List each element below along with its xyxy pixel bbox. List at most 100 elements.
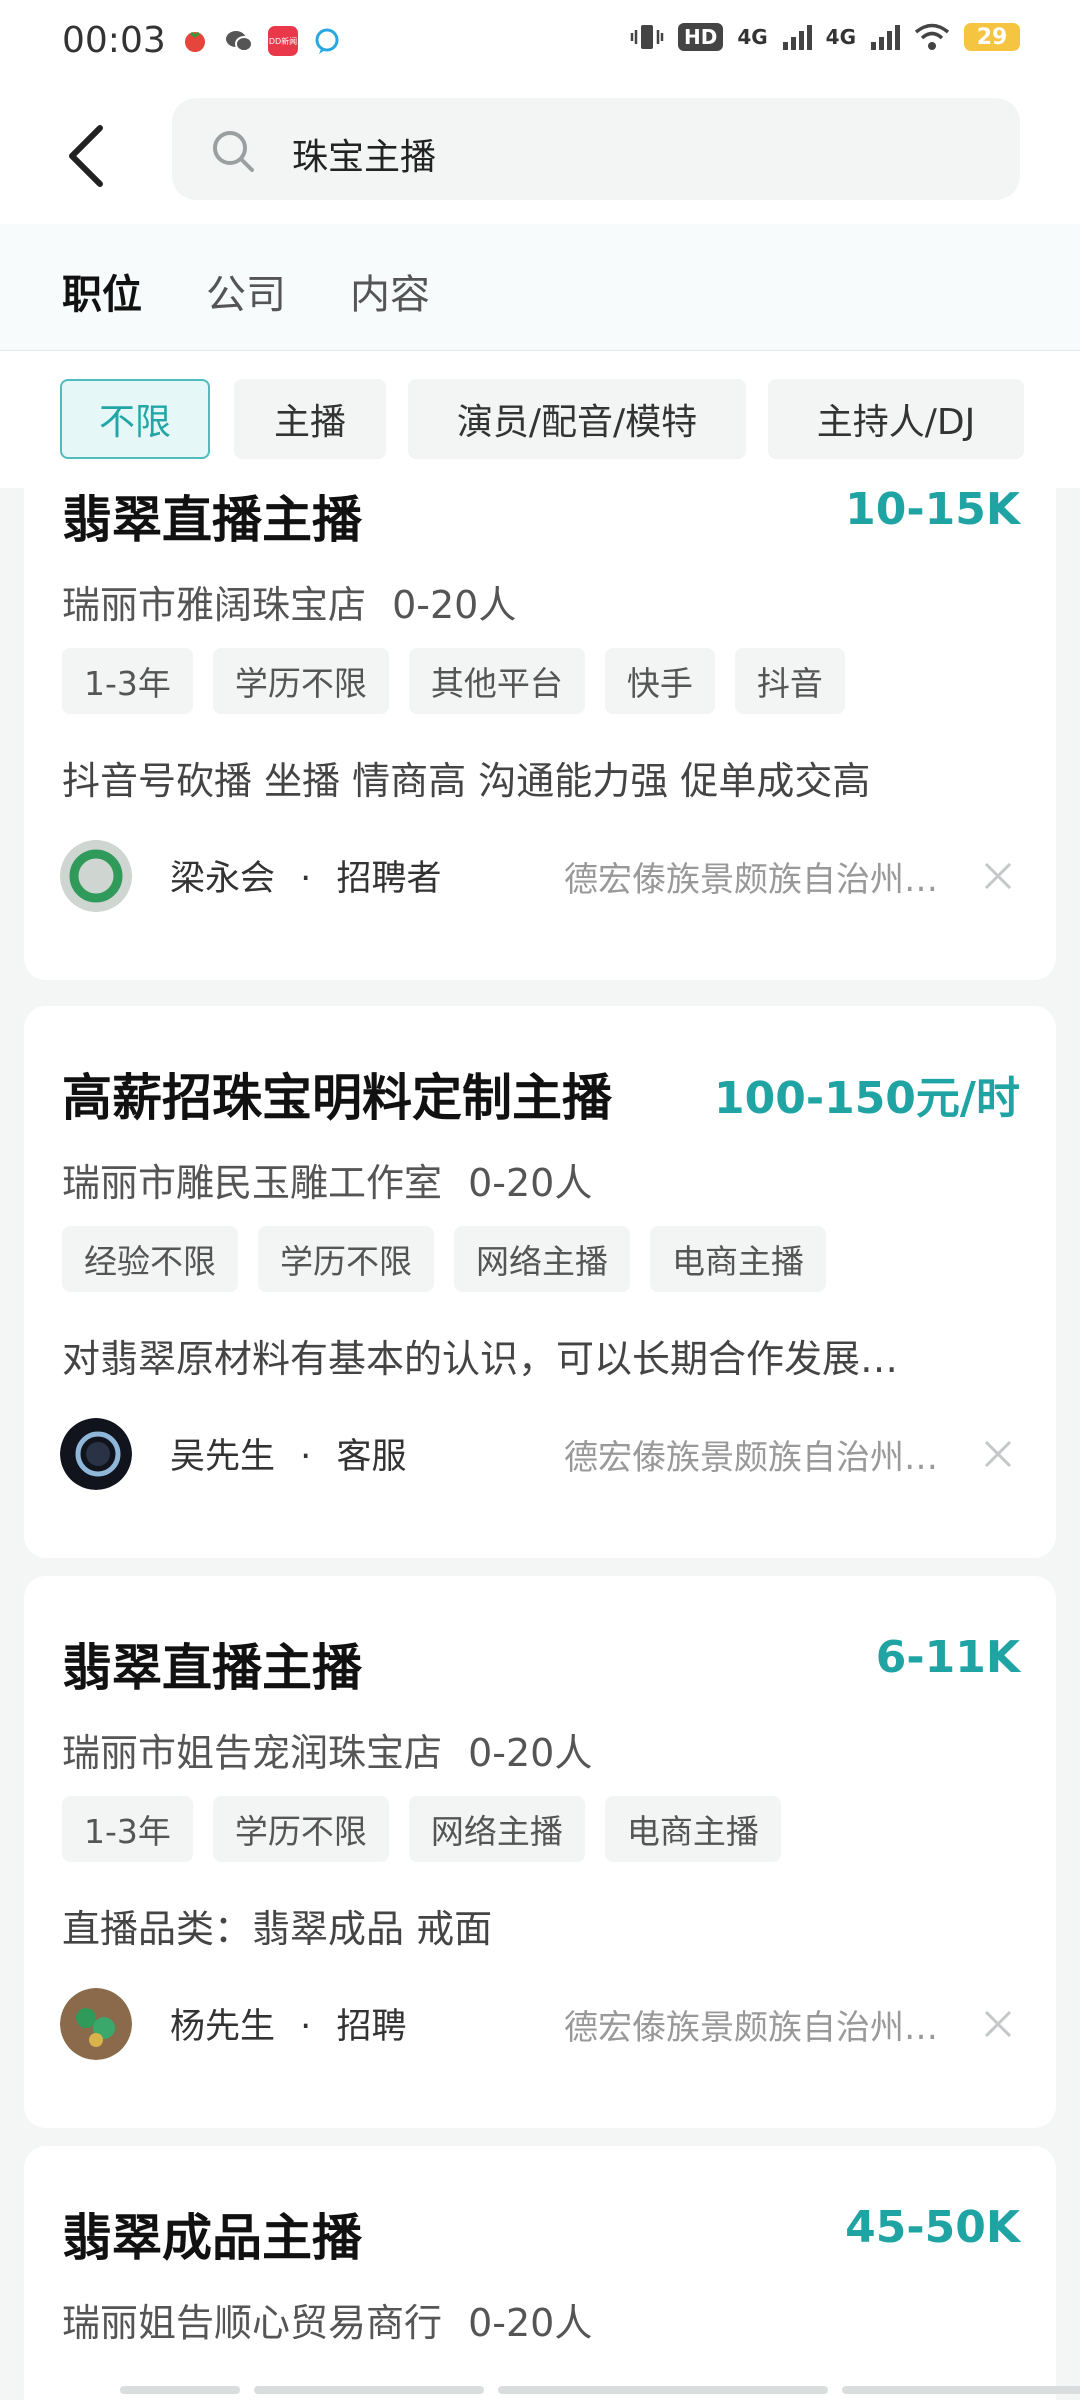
filter-chip-actor[interactable]: 演员/配音/模特 [408,379,746,459]
tab-content[interactable]: 内容 [350,262,430,320]
job-tag: 网络主播 [408,1796,585,1862]
search-query: 珠宝主播 [292,137,437,178]
search-input[interactable]: 珠宝主播 [172,98,1020,200]
job-card[interactable]: 翡翠直播主播 6-11K 瑞丽市姐告宠润珠宝店 0-20人 1-3年 学历不限 … [24,1576,1056,2128]
chat-bubble-icon [312,26,342,56]
dot-separator: · [300,1437,312,1477]
job-salary: 45-50K [845,2202,1020,2253]
company-line: 瑞丽市姐告宠润珠宝店 0-20人 [62,1722,592,1777]
tomato-app-icon [180,26,210,56]
recruiter-name: 梁永会 [170,859,276,899]
tab-positions[interactable]: 职位 [62,262,142,320]
signal-1-label: 4G [737,25,768,49]
recruiter-name: 吴先生 [170,1437,276,1477]
dot-separator: · [300,859,312,899]
back-arrow-icon [69,125,103,187]
avatar[interactable] [60,1418,132,1490]
close-icon[interactable] [980,1436,1016,1472]
avatar[interactable] [60,840,132,912]
recruiter-info: 杨先生 · 招聘 [170,1998,406,2049]
avatar-image [60,840,132,912]
scroll-indicator [120,2386,1080,2394]
signal-2-icon [871,25,900,50]
filter-chip-unlimited[interactable]: 不限 [60,379,210,459]
job-location: 德宏傣族景颇族自治州… [564,1438,938,1478]
category-filter-bar: 不限 主播 演员/配音/模特 主持人/DJ [0,351,1080,488]
job-card[interactable]: 高薪招珠宝明料定制主播 100-150元/时 瑞丽市雕民玉雕工作室 0-20人 … [24,1006,1056,1558]
wechat-icon [224,26,254,56]
back-button[interactable] [60,120,120,190]
company-name: 瑞丽市雅阔珠宝店 [62,583,367,627]
recruiter-name: 杨先生 [170,2007,276,2047]
job-tag: 其他平台 [408,648,585,714]
status-right: HD 4G 4G 29 [630,22,1020,52]
job-list: 翡翠直播主播 10-15K 瑞丽市雅阔珠宝店 0-20人 1-3年 学历不限 其… [0,488,1080,2400]
company-line: 瑞丽姐告顺心贸易商行 0-20人 [62,2292,592,2347]
job-location: 德宏傣族景颇族自治州… [564,860,938,900]
job-location: 德宏傣族景颇族自治州… [564,2008,938,2048]
company-size: 0-20人 [468,2301,593,2345]
close-icon[interactable] [980,2006,1016,2042]
recruiter-role: 招聘 [336,2007,407,2047]
job-tag: 快手 [604,648,715,714]
status-bar: 00:03 DD新闻 HD 4G 4G 29 [0,0,1080,84]
tab-companies[interactable]: 公司 [206,262,286,320]
search-header: 珠宝主播 [0,84,1080,224]
job-tag: 学历不限 [212,648,389,714]
result-tabs: 职位 公司 内容 [0,224,1080,351]
signal-1-icon [782,25,812,50]
avatar-image [60,1418,132,1490]
job-salary: 6-11K [875,1632,1020,1683]
company-size: 0-20人 [468,1731,593,1775]
filter-chip-anchor[interactable]: 主播 [234,379,386,459]
wifi-icon [914,23,950,50]
job-tag: 电商主播 [604,1796,781,1862]
job-tag: 电商主播 [650,1226,826,1292]
job-tags: 1-3年 学历不限 网络主播 电商主播 [62,1796,781,1862]
company-line: 瑞丽市雕民玉雕工作室 0-20人 [62,1152,592,1207]
close-icon[interactable] [980,858,1016,894]
job-tag: 1-3年 [62,1796,193,1862]
battery-indicator: 29 [964,23,1020,51]
recruiter-info: 吴先生 · 客服 [170,1428,406,1479]
job-title: 翡翠直播主播 [62,491,362,549]
vibrate-icon [630,25,664,49]
job-title: 高薪招珠宝明料定制主播 [62,1069,612,1127]
company-name: 瑞丽姐告顺心贸易商行 [62,2301,443,2345]
job-description: 对翡翠原材料有基本的认识，可以长期合作发展… [62,1337,899,1381]
job-salary: 100-150元/时 [713,1073,1020,1124]
job-description: 抖音号砍播 坐播 情商高 沟通能力强 促单成交高 [62,759,871,803]
filter-chip-host[interactable]: 主持人/DJ [768,379,1024,459]
signal-2-label: 4G [825,25,856,49]
company-name: 瑞丽市姐告宠润珠宝店 [62,1731,443,1775]
job-tag: 学历不限 [212,1796,389,1862]
recruiter-role: 招聘者 [336,859,442,899]
job-tag: 1-3年 [62,648,193,714]
dot-separator: · [300,2007,312,2047]
avatar[interactable] [60,1988,132,2060]
status-time: 00:03 [62,20,166,61]
job-card[interactable]: 翡翠成品主播 45-50K 瑞丽姐告顺心贸易商行 0-20人 [24,2146,1056,2400]
job-description: 直播品类：翡翠成品 戒面 [62,1907,493,1951]
company-name: 瑞丽市雕民玉雕工作室 [62,1161,443,1205]
job-tag: 抖音 [734,648,845,714]
job-title: 翡翠直播主播 [62,1639,362,1697]
hd-badge: HD [677,23,724,51]
job-title: 翡翠成品主播 [62,2209,362,2267]
job-tags: 1-3年 学历不限 其他平台 快手 抖音 [62,648,845,714]
company-size: 0-20人 [468,1161,593,1205]
job-tag: 经验不限 [62,1226,238,1292]
recruiter-role: 客服 [336,1437,407,1477]
news-app-icon: DD新闻 [268,26,298,56]
avatar-image [60,1988,132,2060]
notification-icons: DD新闻 [180,26,342,56]
job-card[interactable]: 翡翠直播主播 10-15K 瑞丽市雅阔珠宝店 0-20人 1-3年 学历不限 其… [24,488,1056,980]
search-icon [213,131,254,172]
news-app-label: DD新闻 [268,36,298,46]
job-tag: 网络主播 [454,1226,630,1292]
company-line: 瑞丽市雅阔珠宝店 0-20人 [62,574,516,629]
recruiter-info: 梁永会 · 招聘者 [170,850,441,901]
job-tag: 学历不限 [258,1226,434,1292]
company-size: 0-20人 [392,583,517,627]
job-tags: 经验不限 学历不限 网络主播 电商主播 [62,1226,826,1292]
